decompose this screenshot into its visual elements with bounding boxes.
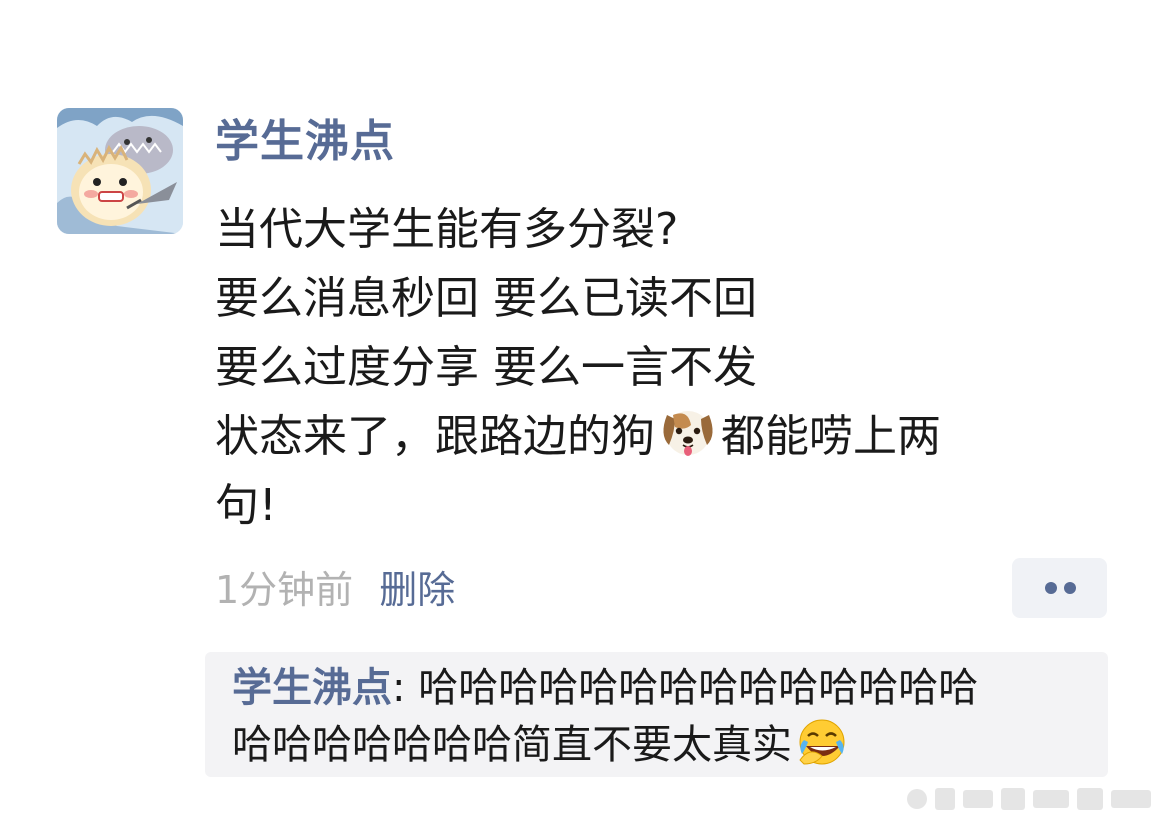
- comment-line: 哈哈哈哈哈哈哈简直不要太真实: [232, 716, 1102, 772]
- comment-author[interactable]: 学生沸点: [232, 665, 392, 711]
- watermark-icon: [907, 788, 1151, 810]
- post-line: 状态来了，跟路边的狗 都能唠上两: [215, 402, 1095, 471]
- moments-post: 学生沸点 当代大学生能有多分裂? 要么消息秒回 要么已读不回 要么过度分享 要么…: [0, 0, 1170, 824]
- post-line-text: 状态来了，跟路边的狗: [215, 411, 655, 462]
- post-content: 当代大学生能有多分裂? 要么消息秒回 要么已读不回 要么过度分享 要么一言不发 …: [215, 195, 1095, 540]
- more-dots-icon: [1064, 582, 1076, 594]
- comment-area: 学生沸点: 哈哈哈哈哈哈哈哈哈哈哈哈哈哈 哈哈哈哈哈哈哈简直不要太真实: [205, 652, 1108, 777]
- more-dots-icon: [1045, 582, 1057, 594]
- post-line: 当代大学生能有多分裂?: [215, 204, 679, 255]
- post-meta: 1分钟前 删除: [215, 565, 455, 615]
- more-actions-button[interactable]: [1012, 558, 1107, 618]
- post-line: 要么过度分享 要么一言不发: [215, 342, 757, 393]
- comment-text: 哈哈哈哈哈哈哈简直不要太真实: [232, 722, 792, 768]
- post-author-name[interactable]: 学生沸点: [215, 112, 395, 172]
- post-timestamp: 1分钟前: [215, 568, 354, 612]
- post-line-text: 都能唠上两: [721, 411, 941, 462]
- post-line: 句!: [215, 480, 277, 531]
- comment-item[interactable]: 学生沸点: 哈哈哈哈哈哈哈哈哈哈哈哈哈哈 哈哈哈哈哈哈哈简直不要太真实: [232, 660, 1102, 772]
- avatar[interactable]: [57, 108, 183, 234]
- dog-face-emoji-icon: [657, 405, 719, 459]
- delete-link[interactable]: 删除: [379, 568, 455, 612]
- comment-separator: :: [392, 665, 419, 711]
- rolling-laughing-emoji-icon: [796, 716, 848, 768]
- comment-line: 学生沸点: 哈哈哈哈哈哈哈哈哈哈哈哈哈哈: [232, 660, 1102, 716]
- cartoon-hamster-avatar-icon: [57, 108, 183, 234]
- post-line: 要么消息秒回 要么已读不回: [215, 273, 757, 324]
- comment-text: 哈哈哈哈哈哈哈哈哈哈哈哈哈哈: [418, 665, 979, 711]
